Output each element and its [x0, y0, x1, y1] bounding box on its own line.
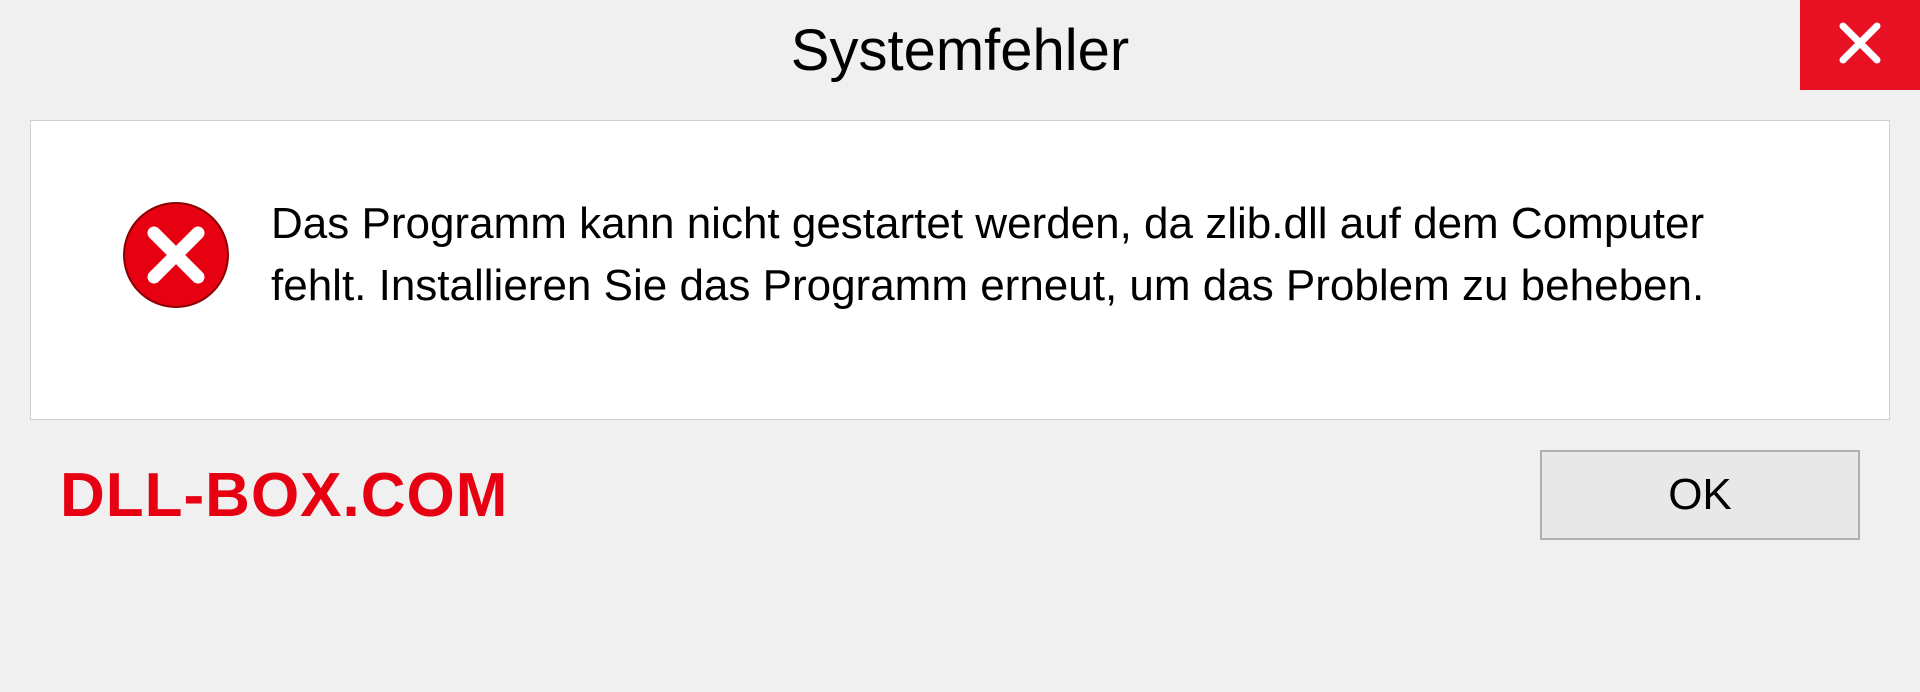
error-dialog: Systemfehler Das Programm kann nicht ges… — [0, 0, 1920, 692]
dialog-footer: DLL-BOX.COM OK — [0, 420, 1920, 570]
watermark-text: DLL-BOX.COM — [60, 460, 508, 531]
error-message: Das Programm kann nicht gestartet werden… — [271, 193, 1789, 316]
ok-button-label: OK — [1668, 470, 1732, 520]
titlebar: Systemfehler — [0, 0, 1920, 100]
close-icon — [1835, 18, 1885, 73]
ok-button[interactable]: OK — [1540, 450, 1860, 540]
dialog-title: Systemfehler — [791, 17, 1129, 84]
close-button[interactable] — [1800, 0, 1920, 90]
error-icon — [121, 200, 231, 310]
content-panel: Das Programm kann nicht gestartet werden… — [30, 120, 1890, 420]
